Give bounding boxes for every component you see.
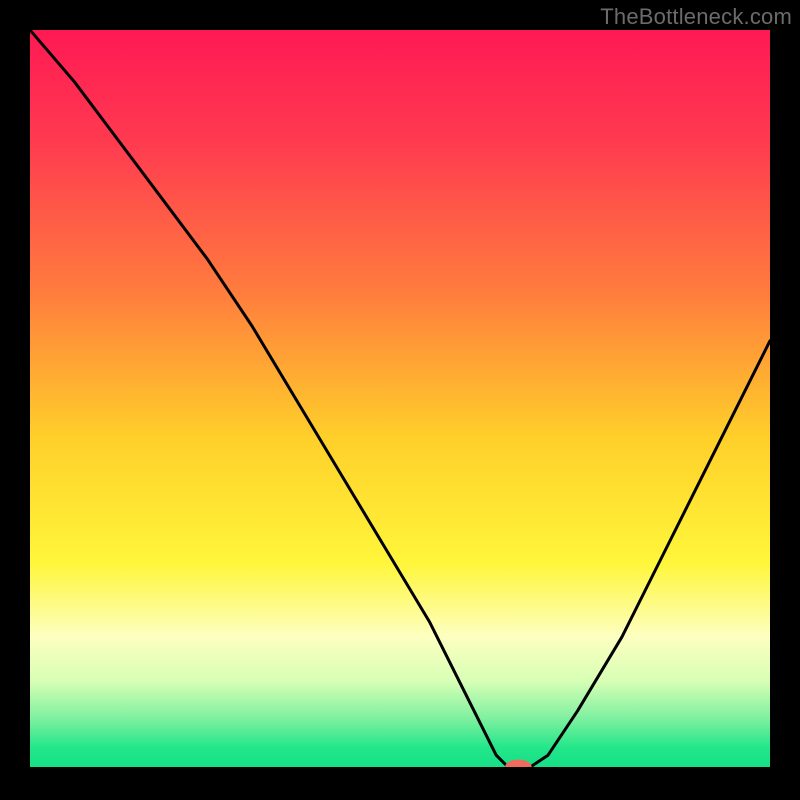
chart-background [30, 30, 770, 770]
baseline [30, 767, 770, 770]
watermark-label: TheBottleneck.com [600, 4, 792, 30]
plot-area [30, 30, 770, 770]
chart-svg [30, 30, 770, 770]
app-frame: TheBottleneck.com [0, 0, 800, 800]
